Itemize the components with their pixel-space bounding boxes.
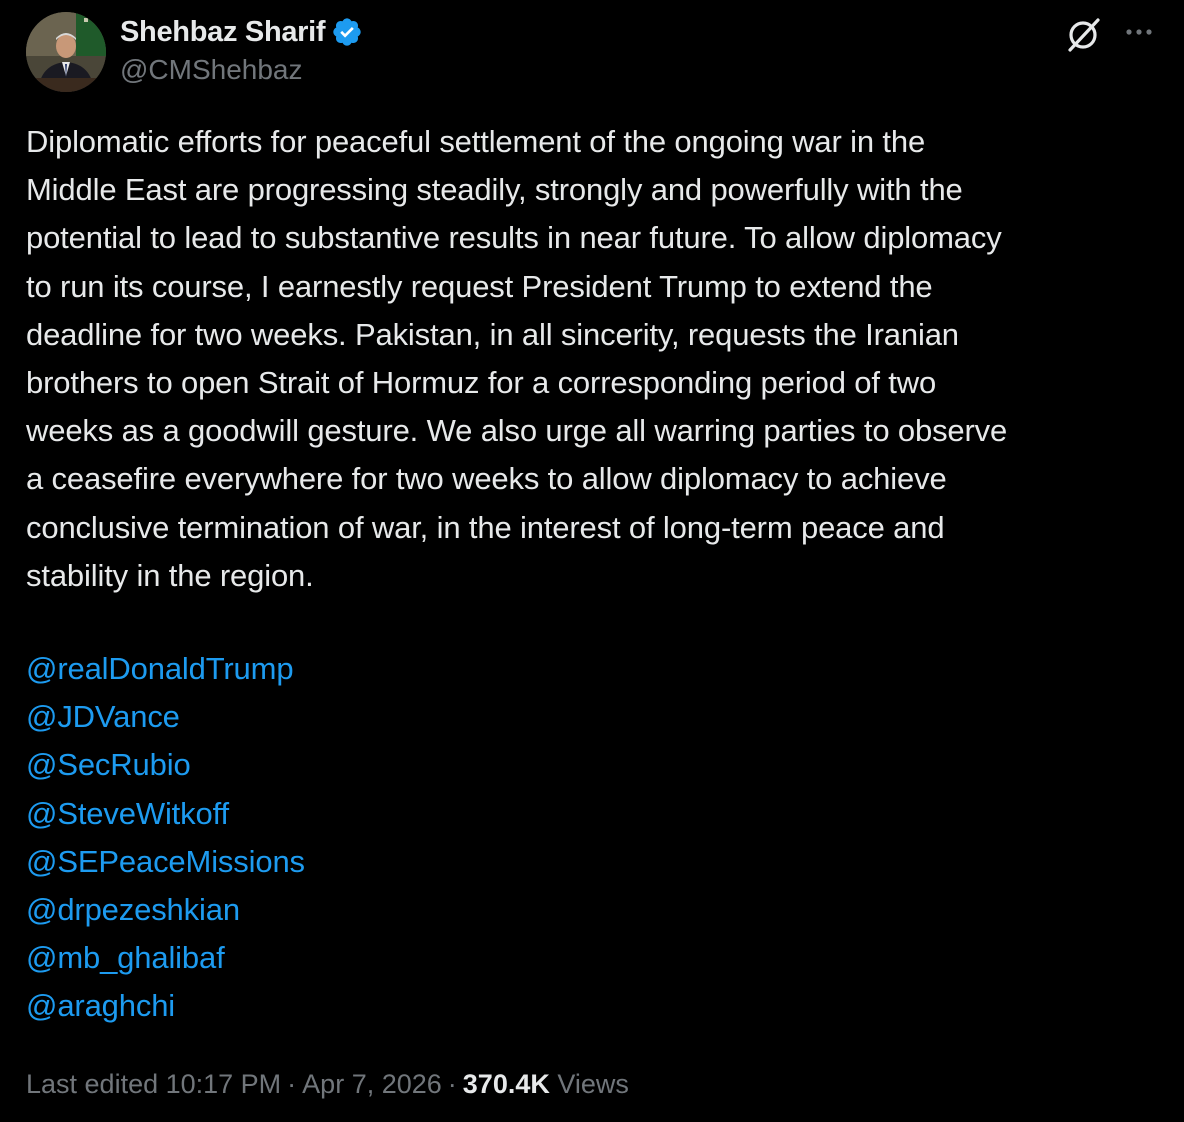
- verified-badge-icon[interactable]: [331, 16, 363, 48]
- mention-link[interactable]: @JDVance: [26, 699, 180, 734]
- mention-link[interactable]: @mb_ghalibaf: [26, 940, 225, 975]
- list-item: @drpezeshkian: [26, 886, 305, 934]
- mention-link[interactable]: @drpezeshkian: [26, 892, 240, 927]
- list-item: @realDonaldTrump: [26, 645, 305, 693]
- author-name-row[interactable]: Shehbaz Sharif: [120, 14, 363, 50]
- tweet-date[interactable]: Apr 7, 2026: [302, 1069, 442, 1099]
- tweet-card: Shehbaz Sharif @CMShehbaz Diplomatic eff…: [0, 0, 1184, 1122]
- list-item: @SecRubio: [26, 741, 305, 789]
- grok-icon: [1068, 18, 1100, 52]
- author-display-name[interactable]: Shehbaz Sharif: [120, 16, 326, 49]
- mention-link[interactable]: @araghchi: [26, 988, 175, 1023]
- views-label: Views: [557, 1069, 629, 1099]
- separator: ·: [287, 1069, 297, 1099]
- list-item: @araghchi: [26, 982, 305, 1030]
- more-options-button[interactable]: [1118, 18, 1160, 46]
- list-item: @SEPeaceMissions: [26, 838, 305, 886]
- last-edited-link[interactable]: Last edited 10:17 PM: [26, 1069, 281, 1099]
- mention-link[interactable]: @realDonaldTrump: [26, 651, 294, 686]
- list-item: @SteveWitkoff: [26, 790, 305, 838]
- list-item: @mb_ghalibaf: [26, 934, 305, 982]
- avatar[interactable]: [26, 12, 106, 92]
- separator: ·: [447, 1069, 457, 1099]
- mention-link[interactable]: @SEPeaceMissions: [26, 844, 305, 879]
- more-dots-icon: [1126, 29, 1152, 35]
- mention-list: @realDonaldTrump @JDVance @SecRubio @Ste…: [26, 645, 305, 1031]
- tweet-meta: Last edited 10:17 PM · Apr 7, 2026 · 370.4K …: [26, 1062, 629, 1106]
- mention-link[interactable]: @SecRubio: [26, 747, 191, 782]
- tweet-text: Diplomatic efforts for peaceful settleme…: [26, 124, 1008, 593]
- author-handle[interactable]: @CMShehbaz: [120, 54, 303, 86]
- list-item: @JDVance: [26, 693, 305, 741]
- mention-link[interactable]: @SteveWitkoff: [26, 796, 229, 831]
- views-count: 370.4K: [462, 1069, 550, 1099]
- profile-photo-icon: [26, 12, 106, 92]
- grok-button[interactable]: [1062, 14, 1104, 56]
